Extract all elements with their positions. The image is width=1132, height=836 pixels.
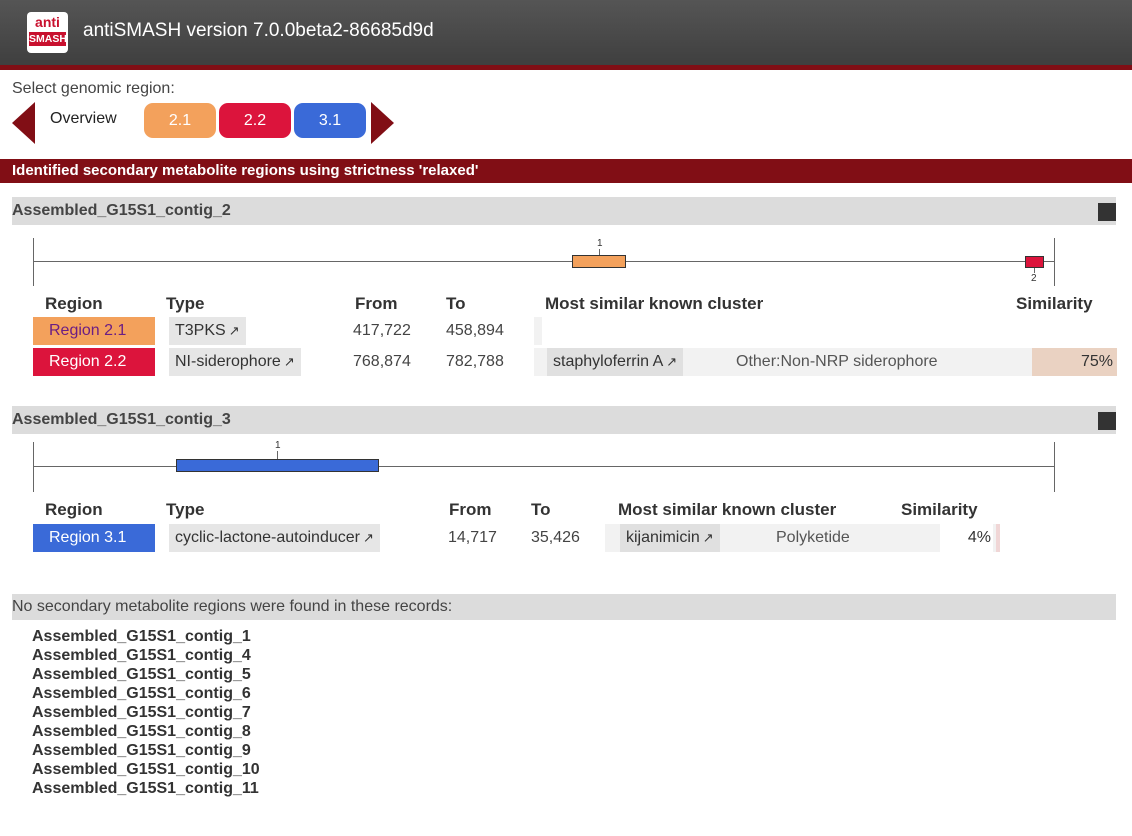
- record-header[interactable]: Assembled_G15S1_contig_2: [12, 197, 1116, 225]
- external-link-icon: ↗: [702, 530, 714, 545]
- type-label: NI-siderophore: [175, 353, 281, 370]
- logo-text-bottom: SMASH: [29, 32, 67, 46]
- external-link-icon: ↗: [666, 354, 678, 369]
- external-link-icon: ↗: [228, 323, 240, 338]
- col-header-from: From: [449, 500, 492, 519]
- known-cluster-name: staphyloferrin A: [553, 353, 664, 370]
- section-title: Identified secondary metabolite regions …: [0, 159, 1132, 183]
- col-header-cluster: Most similar known cluster: [545, 294, 764, 313]
- col-header-similarity: Similarity: [1016, 294, 1093, 313]
- region-link-3-1[interactable]: Region 3.1: [33, 524, 155, 552]
- no-regions-list: Assembled_G15S1_contig_1 Assembled_G15S1…: [32, 627, 260, 798]
- list-item: Assembled_G15S1_contig_5: [32, 666, 251, 683]
- similarity-bar: [996, 524, 1000, 552]
- list-item: Assembled_G15S1_contig_9: [32, 742, 251, 759]
- list-item: Assembled_G15S1_contig_11: [32, 780, 259, 797]
- type-link[interactable]: T3PKS ↗: [169, 317, 246, 345]
- prev-region-arrow-icon[interactable]: [12, 102, 35, 144]
- top-bar: anti SMASH antiSMASH version 7.0.0beta2-…: [0, 0, 1132, 70]
- cluster-placeholder: [534, 317, 542, 345]
- similarity-value: 4%: [940, 524, 993, 552]
- cluster-type: Polyketide: [776, 529, 850, 546]
- list-item: Assembled_G15S1_contig_7: [32, 704, 251, 721]
- region-link-2-1[interactable]: Region 2.1: [33, 317, 155, 345]
- cluster-type: Other:Non-NRP siderophore: [736, 353, 938, 370]
- list-item: Assembled_G15S1_contig_8: [32, 723, 251, 740]
- to-value: 782,788: [446, 353, 504, 370]
- col-header-region: Region: [45, 294, 103, 313]
- record-header[interactable]: Assembled_G15S1_contig_3: [12, 406, 1116, 434]
- toggle-square-icon[interactable]: [1098, 412, 1116, 430]
- region-3-1-bar[interactable]: [176, 459, 379, 472]
- region-button-3-1[interactable]: 3.1: [294, 103, 366, 138]
- list-item: Assembled_G15S1_contig_4: [32, 647, 251, 664]
- record-name: Assembled_G15S1_contig_3: [12, 411, 231, 428]
- record-track: 1 2: [0, 230, 1132, 290]
- to-value: 458,894: [446, 322, 504, 339]
- col-header-similarity: Similarity: [901, 500, 978, 519]
- list-item: Assembled_G15S1_contig_10: [32, 761, 260, 778]
- record-name: Assembled_G15S1_contig_2: [12, 202, 231, 219]
- known-cluster-link[interactable]: staphyloferrin A ↗: [547, 348, 684, 376]
- region-2-1-bar[interactable]: [572, 255, 626, 268]
- to-value: 35,426: [531, 529, 580, 546]
- col-header-region: Region: [45, 500, 103, 519]
- known-cluster-name: kijanimicin: [626, 529, 700, 546]
- col-header-from: From: [355, 294, 398, 313]
- external-link-icon: ↗: [362, 530, 374, 545]
- type-label: T3PKS: [175, 322, 226, 339]
- list-item: Assembled_G15S1_contig_6: [32, 685, 251, 702]
- list-item: Assembled_G15S1_contig_1: [32, 628, 251, 645]
- track-label: 2: [1031, 273, 1037, 284]
- region-2-2-bar[interactable]: [1025, 256, 1044, 268]
- type-label: cyclic-lactone-autoinducer: [175, 529, 360, 546]
- track-label: 1: [275, 440, 281, 451]
- region-link-2-2[interactable]: Region 2.2: [33, 348, 155, 376]
- known-cluster-link[interactable]: kijanimicin ↗: [620, 524, 720, 552]
- region-button-2-2[interactable]: 2.2: [219, 103, 291, 138]
- external-link-icon: ↗: [283, 354, 295, 369]
- col-header-to: To: [446, 294, 466, 313]
- app-title: antiSMASH version 7.0.0beta2-86685d9d: [83, 20, 434, 41]
- no-regions-header: No secondary metabolite regions were fou…: [12, 594, 1116, 620]
- antismash-logo[interactable]: anti SMASH: [27, 12, 68, 53]
- record-track: 1: [0, 436, 1132, 496]
- similarity-value: 75%: [1032, 348, 1117, 376]
- col-header-type: Type: [166, 294, 205, 313]
- region-button-2-1[interactable]: 2.1: [144, 103, 216, 138]
- col-header-to: To: [531, 500, 551, 519]
- type-link[interactable]: cyclic-lactone-autoinducer ↗: [169, 524, 380, 552]
- from-value: 417,722: [353, 322, 411, 339]
- from-value: 768,874: [353, 353, 411, 370]
- col-header-cluster: Most similar known cluster: [618, 500, 837, 519]
- select-region-label: Select genomic region:: [12, 80, 175, 97]
- col-header-type: Type: [166, 500, 205, 519]
- type-link[interactable]: NI-siderophore ↗: [169, 348, 301, 376]
- next-region-arrow-icon[interactable]: [371, 102, 394, 144]
- track-label: 1: [597, 238, 603, 249]
- logo-text-top: anti: [35, 14, 60, 30]
- overview-link[interactable]: Overview: [50, 110, 117, 128]
- toggle-square-icon[interactable]: [1098, 203, 1116, 221]
- from-value: 14,717: [448, 529, 497, 546]
